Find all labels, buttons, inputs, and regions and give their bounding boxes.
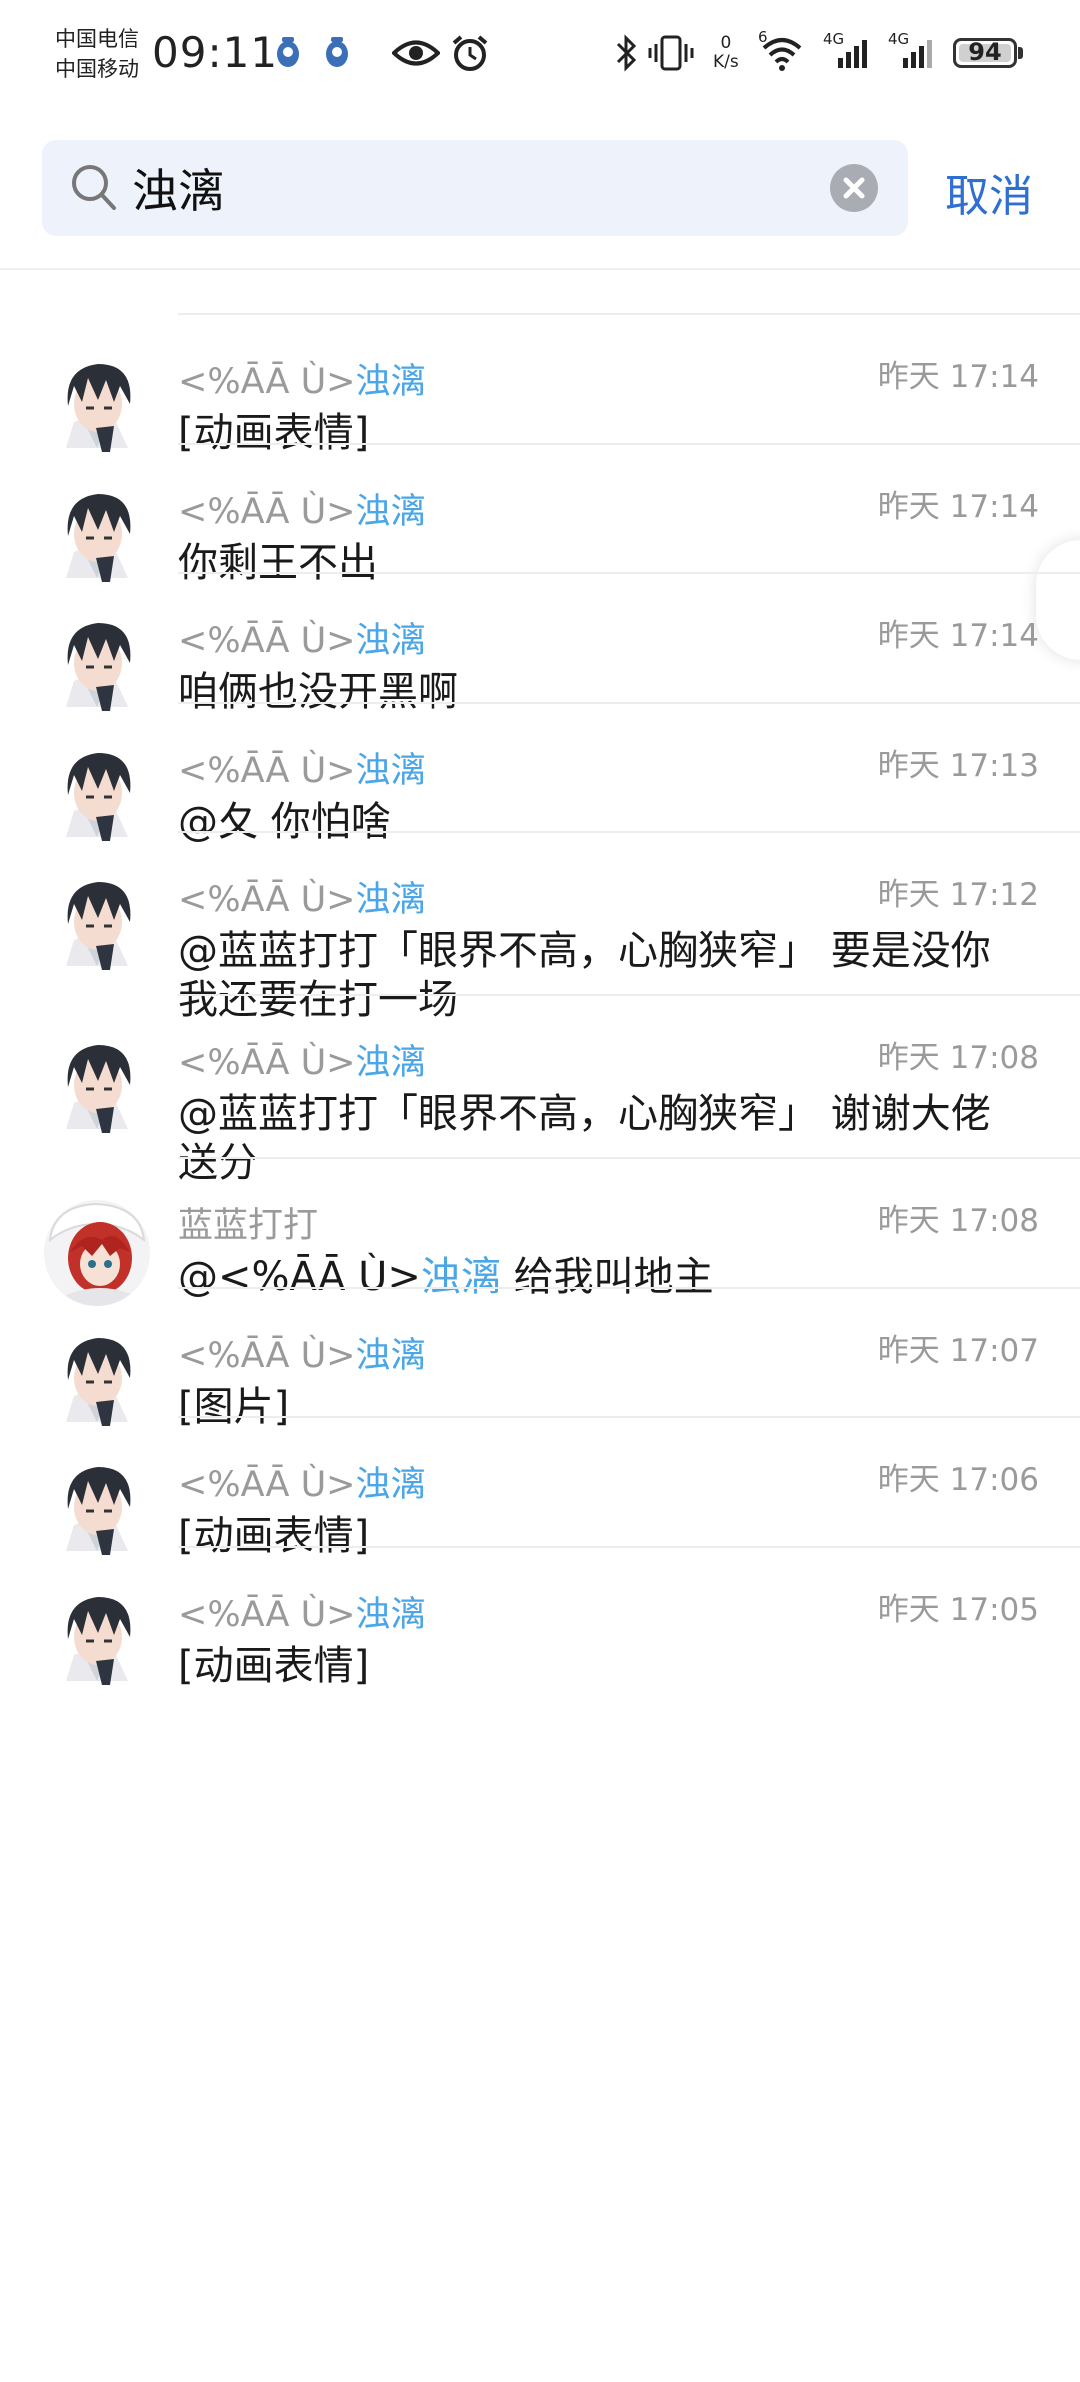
alarm-icon: [452, 35, 488, 71]
sender-name-prefix: <%ĀĀ Ù>: [178, 750, 356, 791]
sender-name-prefix: <%ĀĀ Ù>: [178, 1465, 356, 1505]
sender-name: <%ĀĀ Ù>浊漓: [178, 871, 426, 922]
message-time: 昨天 17:14: [877, 488, 1039, 525]
divider: [178, 313, 1080, 315]
sender-name-prefix: <%ĀĀ Ù>: [178, 491, 356, 532]
battery-tip: [1018, 47, 1023, 59]
result-item[interactable]: <%ĀĀ Ù>浊漓 昨天 17:08 @蓝蓝打打「眼界不高，心胸狭窄」 谢谢大佬送分: [0, 994, 1080, 1186]
sender-name: <%ĀĀ Ù>浊漓: [178, 1456, 426, 1507]
message-text-segment: [动画表情]: [178, 1642, 370, 1689]
message-time: 昨天 17:14: [877, 618, 1039, 654]
sender-name-prefix: <%ĀĀ Ù>: [178, 1335, 356, 1376]
message-time: 昨天 17:12: [877, 877, 1039, 913]
avatar[interactable]: [44, 1588, 150, 1695]
divider: [178, 994, 1080, 996]
vibrate-icon: [648, 35, 694, 71]
battery-level: 94: [968, 38, 1002, 66]
clock: 09:11: [152, 28, 279, 77]
divider: [0, 268, 1080, 270]
sender-name-prefix: <%ĀĀ Ù>: [178, 880, 356, 920]
sender-name-highlight: 浊漓: [355, 750, 426, 791]
divider: [178, 572, 1080, 574]
divider: [178, 442, 1080, 445]
divider: [178, 1416, 1080, 1418]
result-item[interactable]: <%ĀĀ Ù>浊漓 昨天 17:13 @夂 你怕啥: [0, 701, 1080, 851]
search-input[interactable]: [132, 154, 832, 222]
close-icon: [843, 177, 865, 199]
message-time: 昨天 17:08: [877, 1040, 1039, 1076]
sender-name: <%ĀĀ Ù>浊漓: [178, 1327, 426, 1378]
sender-name: <%ĀĀ Ù>浊漓: [178, 612, 426, 663]
sender-name-highlight: 浊漓: [355, 1594, 426, 1635]
message-time: 昨天 17:06: [877, 1462, 1039, 1498]
message-time: 昨天 17:05: [877, 1591, 1039, 1628]
divider: [178, 701, 1080, 704]
result-item[interactable]: <%ĀĀ Ù>浊漓 昨天 17:12 @蓝蓝打打「眼界不高，心胸狭窄」 要是没你我还…: [0, 831, 1080, 1023]
message-time: 昨天 17:08: [877, 1203, 1039, 1239]
battery-indicator: 94: [953, 38, 1017, 68]
bluetooth-icon: [616, 34, 637, 72]
message-text: [动画表情]: [178, 1642, 1018, 1691]
sender-name: 蓝蓝打打: [178, 1197, 318, 1248]
signal-icon: [903, 40, 932, 68]
result-item[interactable]: <%ĀĀ Ù>浊漓 昨天 17:05 [动画表情]: [0, 1545, 1080, 1695]
sender-name-highlight: 浊漓: [355, 880, 426, 920]
sender-name-prefix: <%ĀĀ Ù>: [178, 621, 356, 661]
result-item[interactable]: <%ĀĀ Ù>浊漓 昨天 17:07 [图片]: [0, 1286, 1080, 1436]
sender-name-prefix: <%ĀĀ Ù>: [178, 1594, 356, 1635]
search-icon: [72, 165, 116, 210]
divider: [178, 1157, 1080, 1159]
status-bar: 中国电信 中国移动 09:11 0 K/s 6 4G 4G 94: [0, 0, 1080, 110]
sender-name: <%ĀĀ Ù>浊漓: [178, 483, 426, 534]
sender-name: <%ĀĀ Ù>浊漓: [178, 1586, 426, 1637]
sender-name-prefix: 蓝蓝打打: [178, 1206, 319, 1246]
avatar[interactable]: [44, 1037, 150, 1143]
sender-name-highlight: 浊漓: [355, 1043, 426, 1083]
clear-search-button[interactable]: [830, 164, 878, 212]
sender-name: <%ĀĀ Ù>浊漓: [178, 742, 426, 793]
sender-name-highlight: 浊漓: [355, 362, 426, 402]
notification-app-icon: [277, 37, 299, 67]
message-time: 昨天 17:13: [877, 747, 1039, 784]
network-speed: 0 K/s: [713, 33, 739, 72]
sender-name-highlight: 浊漓: [355, 1335, 426, 1376]
search-box[interactable]: [42, 140, 908, 236]
divider: [178, 1545, 1080, 1548]
message-time: 昨天 17:07: [877, 1332, 1039, 1369]
carrier-labels: 中国电信 中国移动: [55, 24, 139, 84]
result-item[interactable]: <%ĀĀ Ù>浊漓 昨天 17:14 [动画表情]: [0, 313, 1080, 462]
divider: [178, 1286, 1080, 1289]
sender-name-prefix: <%ĀĀ Ù>: [178, 362, 356, 402]
result-item[interactable]: <%ĀĀ Ù>浊漓 昨天 17:06 [动画表情]: [0, 1416, 1080, 1565]
carrier-1: 中国电信: [55, 27, 139, 51]
notification-app-icon: [326, 37, 348, 67]
carrier-2: 中国移动: [55, 57, 139, 81]
eye-icon: [392, 40, 440, 66]
sender-name: <%ĀĀ Ù>浊漓: [178, 1034, 426, 1085]
result-item[interactable]: <%ĀĀ Ù>浊漓 昨天 17:14 咱俩也没开黑啊: [0, 572, 1080, 721]
sender-name-highlight: 浊漓: [355, 1465, 426, 1505]
wifi-label: 6: [758, 28, 768, 46]
sender-name-prefix: <%ĀĀ Ù>: [178, 1043, 356, 1083]
result-item[interactable]: 蓝蓝打打 昨天 17:08 @<%ĀĀ Ù>浊漓 给我叫地主: [0, 1157, 1080, 1306]
avatar[interactable]: [44, 874, 150, 980]
signal-icon: [838, 40, 867, 68]
result-item[interactable]: <%ĀĀ Ù>浊漓 昨天 17:14 你剩王不出: [0, 442, 1080, 592]
sender-name-highlight: 浊漓: [355, 621, 426, 661]
sender-name: <%ĀĀ Ù>浊漓: [178, 353, 426, 404]
cancel-button[interactable]: 取消: [945, 160, 1033, 224]
search-results-list: <%ĀĀ Ù>浊漓 昨天 17:14 [动画表情] <%ĀĀ Ù>浊漓 昨天 17:14…: [0, 313, 1080, 1695]
sender-name-highlight: 浊漓: [355, 491, 426, 532]
message-time: 昨天 17:14: [877, 359, 1039, 395]
divider: [178, 831, 1080, 833]
